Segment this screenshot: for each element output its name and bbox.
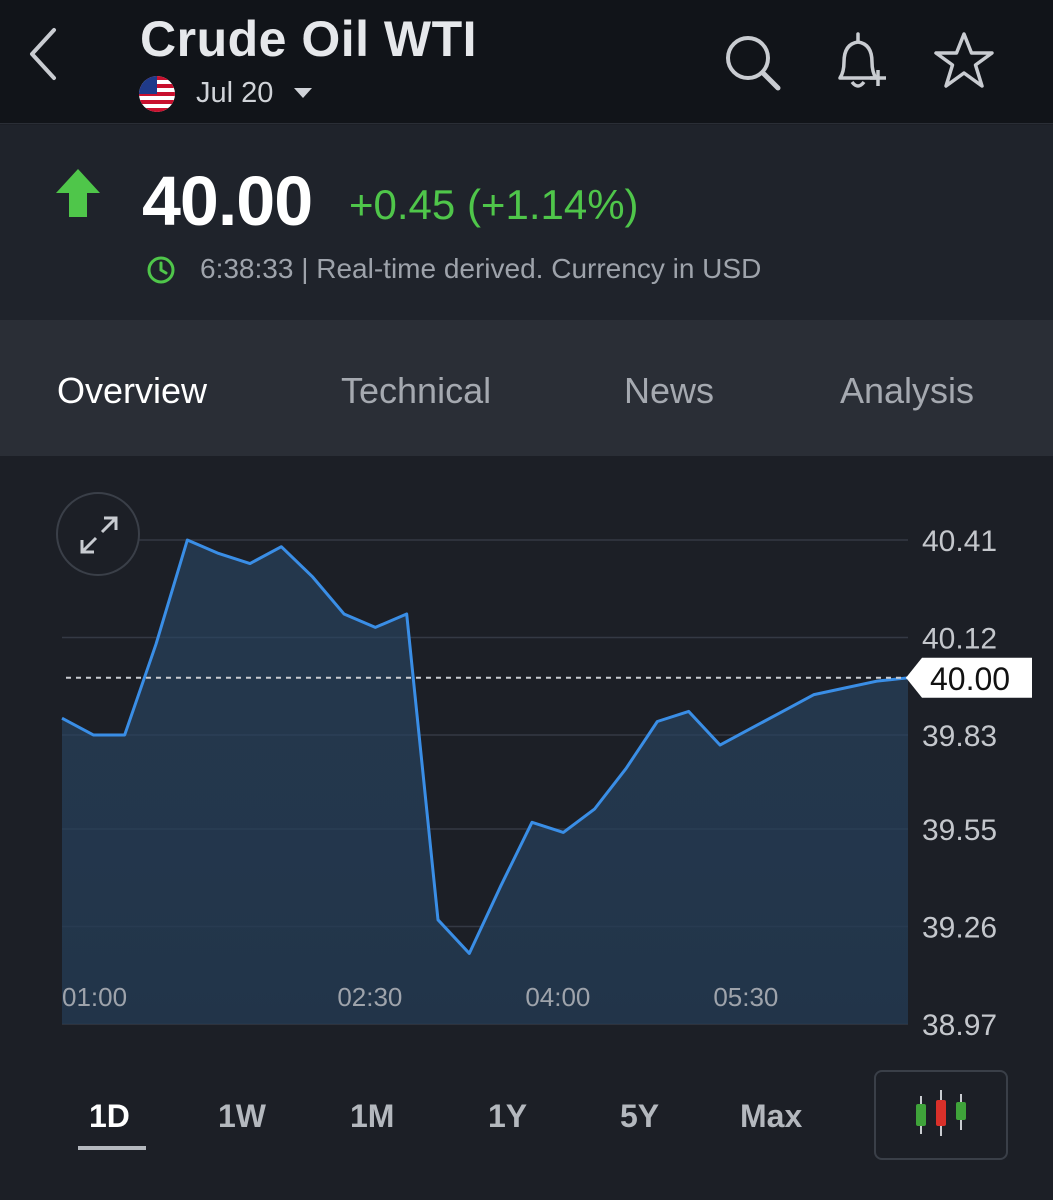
- range-1m[interactable]: 1M: [350, 1098, 394, 1135]
- y-tick-label: 39.83: [922, 720, 997, 753]
- y-tick-label: 40.41: [922, 525, 997, 558]
- tab-bar: Overview Technical News Analysis: [0, 320, 1053, 456]
- price-chart[interactable]: 40.41 40.12 39.83 39.55 39.26 38.97 01:00 02:3…: [0, 456, 1053, 1056]
- clock-icon: [146, 255, 176, 285]
- quote-panel: 40.00 +0.45 (+1.14%) 6:38:33 | Real-time…: [0, 125, 1053, 320]
- star-icon[interactable]: [932, 28, 996, 96]
- range-selector: 1D 1W 1M 1Y 5Y Max: [0, 1060, 1053, 1200]
- last-price: 40.00: [142, 162, 313, 240]
- x-tick-label: 01:00: [62, 982, 127, 1012]
- back-chevron-icon[interactable]: [22, 24, 66, 84]
- up-arrow-icon: [54, 167, 102, 219]
- candlestick-icon: [916, 1090, 966, 1136]
- range-1y[interactable]: 1Y: [488, 1098, 527, 1135]
- active-range-underline: [78, 1146, 146, 1150]
- expand-icon: [80, 516, 118, 554]
- x-tick-label: 02:30: [337, 982, 402, 1012]
- area-fill: [62, 540, 908, 1024]
- x-tick-label: 04:00: [525, 982, 590, 1012]
- tab-technical[interactable]: Technical: [341, 370, 491, 412]
- x-tick-label: 05:30: [713, 982, 778, 1012]
- chart-svg: 40.41 40.12 39.83 39.55 39.26 38.97 01:00 02:3…: [61, 525, 1032, 1042]
- active-tab-pointer: [128, 444, 156, 456]
- search-icon[interactable]: [720, 28, 784, 96]
- us-flag-icon: [139, 76, 175, 112]
- quote-meta: 6:38:33 | Real-time derived. Currency in…: [200, 253, 762, 284]
- range-1w[interactable]: 1W: [218, 1098, 266, 1135]
- tab-overview[interactable]: Overview: [57, 370, 207, 412]
- current-price-label: 40.00: [930, 661, 1010, 697]
- bell-plus-icon[interactable]: [826, 28, 890, 96]
- price-change: +0.45 (+1.14%): [349, 181, 639, 228]
- chevron-down-icon[interactable]: [294, 88, 312, 98]
- y-tick-label: 40.12: [922, 622, 997, 655]
- range-max[interactable]: Max: [740, 1098, 802, 1135]
- expand-chart-button[interactable]: [56, 492, 140, 576]
- tab-analysis[interactable]: Analysis: [840, 370, 974, 412]
- y-tick-label: 38.97: [922, 1009, 997, 1042]
- top-bar: Crude Oil WTI Jul 20: [0, 0, 1053, 124]
- candlestick-toggle-button[interactable]: [874, 1070, 1008, 1160]
- range-1d[interactable]: 1D: [89, 1098, 130, 1135]
- range-5y[interactable]: 5Y: [620, 1098, 659, 1135]
- contract-selector[interactable]: Jul 20: [196, 77, 273, 110]
- y-tick-label: 39.26: [922, 912, 997, 945]
- y-tick-label: 39.55: [922, 814, 997, 847]
- tab-news[interactable]: News: [624, 370, 714, 412]
- instrument-title: Crude Oil WTI: [140, 11, 478, 67]
